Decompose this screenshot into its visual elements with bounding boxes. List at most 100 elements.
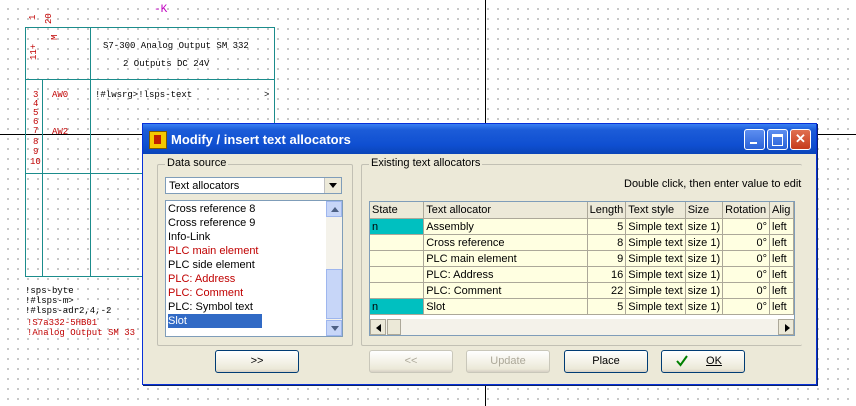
size-cell[interactable]: size 1) [685,218,724,235]
state-cell[interactable]: n [370,298,425,315]
style-cell[interactable]: Simple text [625,266,686,283]
column-header[interactable]: Size [685,202,724,219]
scroll-thumb[interactable] [387,319,401,335]
rotation-cell[interactable]: 0° [722,250,771,267]
column-header[interactable]: Text allocator [423,202,588,219]
data-source-selected: Text allocators [169,180,240,192]
size-cell[interactable]: size 1) [685,266,724,283]
table-horizontal-scrollbar[interactable] [370,319,794,335]
list-item[interactable]: PLC main element [168,244,326,258]
rotation-cell[interactable]: 0° [722,282,771,299]
state-cell[interactable] [370,266,425,283]
list-item[interactable]: Cross reference 9 [168,216,326,230]
table-row[interactable]: n Assembly 5 Simple text size 1) 0° left [370,218,794,235]
size-cell[interactable]: size 1) [685,250,724,267]
scroll-down-button[interactable] [326,320,342,336]
state-cell[interactable] [370,282,425,299]
list-item[interactable]: PLC: Address [168,272,326,286]
align-cell[interactable]: left [769,218,794,235]
scroll-left-button[interactable] [370,319,386,335]
list-item[interactable]: PLC: Symbol text [168,300,326,314]
allocator-cell[interactable]: PLC: Address [423,266,588,283]
frame-divider-h2 [25,173,145,174]
align-cell[interactable]: left [769,250,794,267]
list-item[interactable]: PLC: Comment [168,286,326,300]
style-cell[interactable]: Simple text [625,234,686,251]
length-cell[interactable]: 22 [587,282,627,299]
rotation-cell[interactable]: 0° [722,298,771,315]
pin-label-top: 11+ [29,43,39,60]
column-header[interactable]: State [370,202,425,219]
table-header-row: State Text allocator Length Text style S… [370,202,794,219]
length-cell[interactable]: 5 [587,218,627,235]
minimize-icon [750,142,757,144]
style-cell[interactable]: Simple text [625,298,686,315]
length-cell[interactable]: 9 [587,250,627,267]
data-source-list[interactable]: Cross reference 8 Cross reference 9 Info… [165,200,343,337]
style-cell[interactable]: Simple text [625,218,686,235]
table-row[interactable]: Cross reference 8 Simple text size 1) 0°… [370,234,794,251]
size-cell[interactable]: size 1) [685,234,724,251]
size-cell[interactable]: size 1) [685,298,724,315]
dropdown-button[interactable] [324,178,341,193]
ok-button[interactable]: OK [661,350,745,373]
remove-button[interactable]: << [369,350,453,373]
allocators-table[interactable]: State Text allocator Length Text style S… [369,201,795,336]
bottom-text-line: !#lsps-m> [25,296,74,306]
maximize-button[interactable] [767,129,788,150]
list-item-selected[interactable]: Slot [168,314,262,328]
rotation-cell[interactable]: 0° [722,218,771,235]
state-cell[interactable] [370,250,425,267]
list-item[interactable]: PLC side element [168,258,326,272]
allocator-cell[interactable]: Assembly [423,218,588,235]
style-cell[interactable]: Simple text [625,250,686,267]
allocator-cell[interactable]: PLC main element [423,250,588,267]
scroll-right-button[interactable] [778,319,794,335]
column-header[interactable]: Rotation [722,202,771,219]
bottom-text-line-red: !S7a332-5HB01 [27,318,98,328]
length-cell[interactable]: 8 [587,234,627,251]
table-row[interactable]: PLC main element 9 Simple text size 1) 0… [370,250,794,267]
align-cell[interactable]: left [769,282,794,299]
table-row[interactable]: n Slot 5 Simple text size 1) 0° left [370,298,794,315]
table-row[interactable]: PLC: Comment 22 Simple text size 1) 0° l… [370,282,794,299]
add-button[interactable]: >> [215,350,299,373]
column-header[interactable]: Length [587,202,627,219]
data-source-label: Data source [165,157,229,169]
list-item[interactable]: Info-Link [168,230,326,244]
frame-divider-v [90,27,91,276]
length-cell[interactable]: 5 [587,298,627,315]
column-header[interactable]: Text style [625,202,686,219]
state-cell[interactable]: n [370,218,425,235]
allocator-cell[interactable]: Cross reference [423,234,588,251]
data-source-dropdown[interactable]: Text allocators [165,177,342,194]
scroll-up-button[interactable] [326,201,342,217]
place-button[interactable]: Place [564,350,648,373]
scroll-thumb[interactable] [326,269,342,319]
device-marker-label: -K [154,4,168,16]
rotation-cell[interactable]: 0° [722,266,771,283]
bottom-text-line: !sps-byte [25,286,74,296]
size-cell[interactable]: size 1) [685,282,724,299]
length-cell[interactable]: 16 [587,266,627,283]
column-header[interactable]: Alig [769,202,794,219]
text-variable: !#lwsrg>!lsps-text [95,90,193,100]
allocator-cell[interactable]: Slot [423,298,588,315]
align-cell[interactable]: left [769,298,794,315]
table-row[interactable]: PLC: Address 16 Simple text size 1) 0° l… [370,266,794,283]
allocator-cell[interactable]: PLC: Comment [423,282,588,299]
close-button[interactable]: ✕ [790,129,811,150]
list-vertical-scrollbar[interactable] [326,201,342,336]
list-item[interactable]: Cross reference 8 [168,202,326,216]
update-button[interactable]: Update [466,350,550,373]
state-cell[interactable] [370,234,425,251]
align-cell[interactable]: left [769,234,794,251]
rotation-cell[interactable]: 0° [722,234,771,251]
aw-label: AW0 [52,90,69,100]
row-number: 7 [33,126,39,136]
style-cell[interactable]: Simple text [625,282,686,299]
align-cell[interactable]: left [769,266,794,283]
minimize-button[interactable] [744,129,765,150]
aw-label: AW2 [52,127,69,137]
dialog-title-bar[interactable]: Modify / insert text allocators ✕ [143,124,816,154]
